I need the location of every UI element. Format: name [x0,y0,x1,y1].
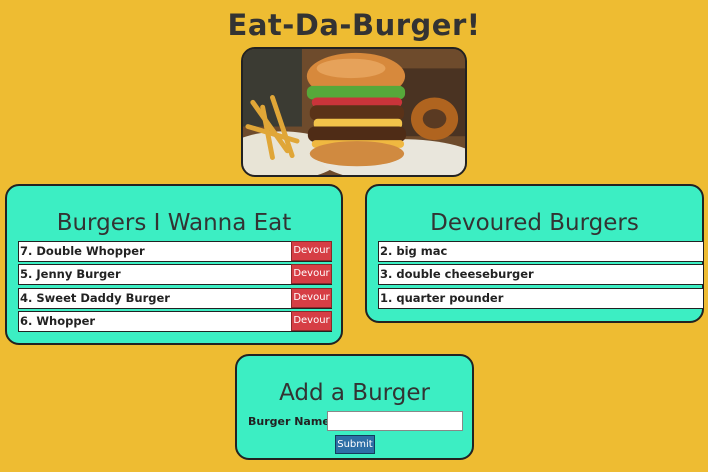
burger-image [241,47,467,177]
page-title: Eat-Da-Burger! [227,8,481,42]
list-item: 6. Whopper Devour [18,311,332,333]
burger-name: 6. Whopper [20,314,96,329]
burger-name: 5. Jenny Burger [20,267,121,282]
list-item: 7. Double Whopper Devour [18,241,332,262]
list-item: 1. quarter pounder [378,287,704,309]
devoured-burgers-panel: Devoured Burgers 2. big mac 3. double ch… [365,184,704,323]
list-item: 3. double cheeseburger [378,264,704,286]
burger-name: 3. double cheeseburger [380,267,534,282]
devour-button[interactable]: Devour [291,241,332,261]
list-item: 5. Jenny Burger Devour [18,264,332,286]
devour-button[interactable]: Devour [291,287,332,308]
burger-name: 1. quarter pounder [380,290,504,305]
burger-name: 2. big mac [380,244,448,258]
submit-button[interactable]: Submit [335,435,375,454]
add-burger-title: Add a Burger [279,380,430,406]
devoured-burgers-list: 2. big mac 3. double cheeseburger 1. qua… [378,241,704,311]
burger-name: 4. Sweet Daddy Burger [20,290,170,305]
devour-button[interactable]: Devour [291,264,332,285]
burgers-to-eat-panel: Burgers I Wanna Eat 7. Double Whopper De… [5,184,343,345]
list-item: 4. Sweet Daddy Burger Devour [18,287,332,309]
devour-button[interactable]: Devour [291,311,332,332]
burger-name-input[interactable] [327,411,463,431]
add-burger-panel: Add a Burger Burger Name: Submit [235,354,474,460]
burger-name: 7. Double Whopper [20,244,145,258]
list-item: 2. big mac [378,241,704,262]
burger-name-label: Burger Name: [248,415,335,428]
burgers-to-eat-list: 7. Double Whopper Devour 5. Jenny Burger… [18,241,332,335]
burgers-to-eat-title: Burgers I Wanna Eat [56,210,292,236]
devoured-burgers-title: Devoured Burgers [430,210,639,236]
